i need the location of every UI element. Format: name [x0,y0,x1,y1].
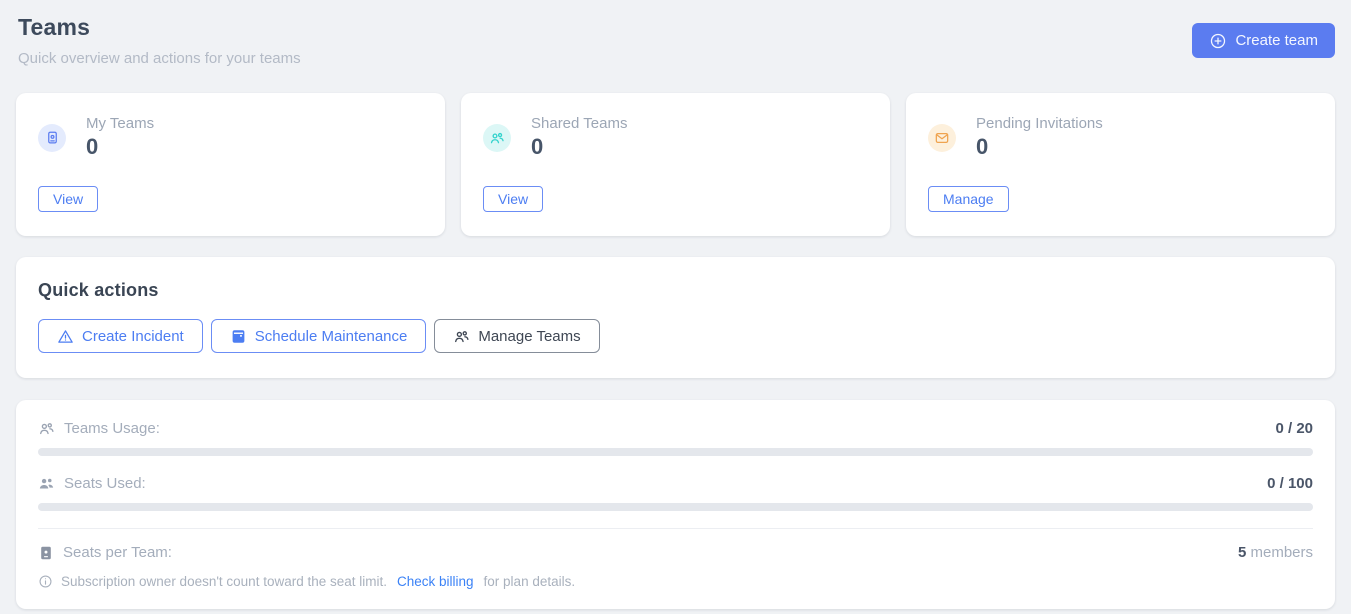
stat-value: 0 [531,134,627,160]
view-my-teams-button[interactable]: View [38,186,98,212]
page-subtitle: Quick overview and actions for your team… [18,50,301,67]
create-incident-label: Create Incident [82,328,184,345]
quick-actions-panel: Quick actions Create Incident [16,257,1335,378]
users-outline-icon [38,420,55,437]
seats-used-label: Seats Used: [64,475,146,492]
teams-usage-progress [38,448,1313,456]
teams-usage-label: Teams Usage: [64,420,160,437]
stat-value: 0 [976,134,1103,160]
users-filled-icon [38,475,55,492]
teams-usage-row: Teams Usage: 0 / 20 [38,420,1313,437]
create-incident-button[interactable]: Create Incident [38,319,203,353]
teams-usage-value: 0 / 20 [1275,420,1313,437]
seats-per-team-row: Seats per Team: 5 members [38,544,1313,561]
stat-value: 0 [86,134,154,160]
stat-label: Pending Invitations [976,115,1103,132]
seat-limit-note: Subscription owner doesn't count toward … [38,574,1313,589]
contact-card-icon [38,124,66,152]
stat-label: My Teams [86,115,154,132]
create-team-label: Create team [1235,32,1318,49]
contact-card-filled-icon [38,545,54,561]
seats-per-team-label: Seats per Team: [63,544,172,561]
note-suffix: for plan details. [484,574,576,589]
seats-used-value: 0 / 100 [1267,475,1313,492]
stat-label: Shared Teams [531,115,627,132]
stat-card-my-teams: My Teams 0 View [16,93,445,236]
seats-per-team-unit: members [1250,544,1313,561]
envelope-icon [928,124,956,152]
warning-triangle-icon [57,328,74,345]
note-text: Subscription owner doesn't count toward … [61,574,387,589]
stat-card-shared-teams: Shared Teams 0 View [461,93,890,236]
manage-teams-label: Manage Teams [478,328,580,345]
plus-circle-icon [1209,32,1227,50]
stat-card-pending-invitations: Pending Invitations 0 Manage [906,93,1335,236]
schedule-maintenance-label: Schedule Maintenance [255,328,408,345]
page-header: Teams Quick overview and actions for you… [16,14,1335,67]
seats-used-progress [38,503,1313,511]
seats-used-row: Seats Used: 0 / 100 [38,475,1313,492]
usage-panel: Teams Usage: 0 / 20 Seats Used: 0 / 100 [16,400,1335,609]
teams-page: Teams Quick overview and actions for you… [0,0,1351,609]
seats-per-team-value: 5 [1238,544,1246,561]
page-title: Teams [18,14,301,41]
manage-teams-button[interactable]: Manage Teams [434,319,599,353]
users-icon [453,328,470,345]
create-team-button[interactable]: Create team [1192,23,1335,58]
schedule-maintenance-button[interactable]: Schedule Maintenance [211,319,427,353]
view-shared-teams-button[interactable]: View [483,186,543,212]
header-text-block: Teams Quick overview and actions for you… [18,14,301,67]
usage-divider [38,528,1313,529]
manage-invitations-button[interactable]: Manage [928,186,1009,212]
info-circle-icon [38,574,53,589]
calendar-icon [230,328,247,345]
quick-actions-title: Quick actions [38,280,1313,301]
users-icon [483,124,511,152]
check-billing-link[interactable]: Check billing [397,574,474,589]
stat-cards-row: My Teams 0 View Shared Teams 0 View [16,93,1335,236]
